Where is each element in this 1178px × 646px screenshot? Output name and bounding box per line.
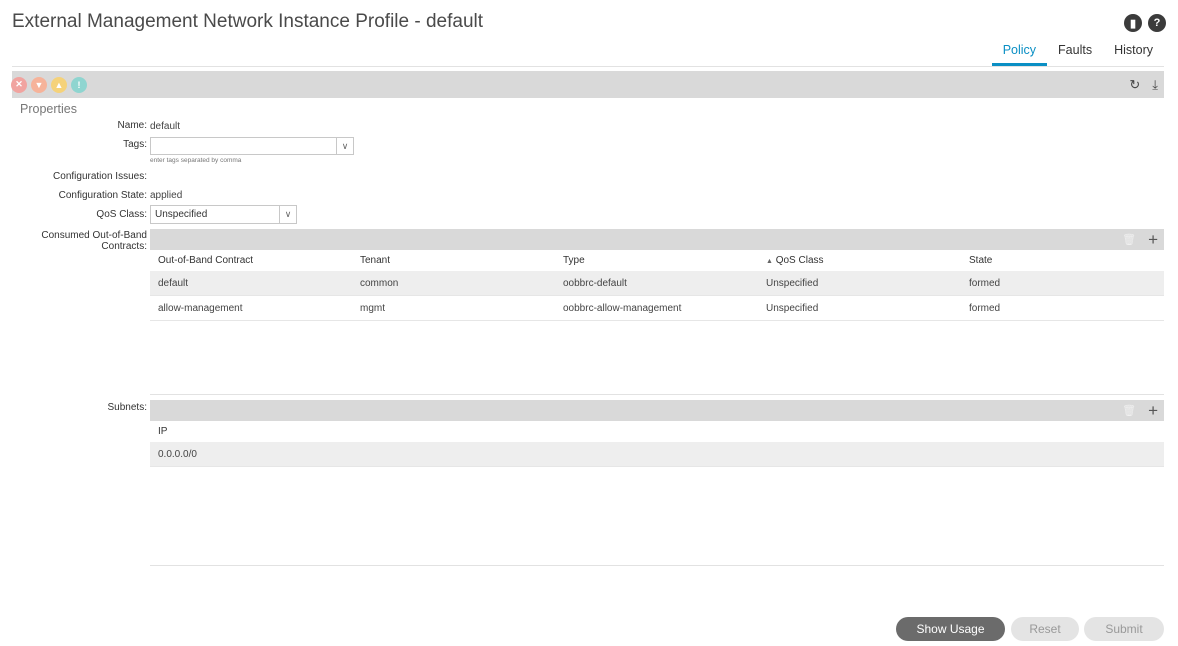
contracts-label-line2: Contracts: bbox=[101, 241, 147, 252]
tab-history[interactable]: History bbox=[1103, 43, 1164, 66]
tenant-cell: common bbox=[360, 277, 399, 289]
subnets-table: 🗑 + IP 0.0.0.0/0 bbox=[150, 400, 1164, 467]
chevron-down-icon[interactable]: ∨ bbox=[279, 206, 296, 223]
major-fault-icon[interactable]: ▼ bbox=[31, 76, 47, 93]
tags-input[interactable]: ∨ bbox=[150, 137, 354, 155]
contracts-label: Consumed Out-of-Band Contracts: bbox=[41, 230, 147, 252]
subnets-table-header: IP bbox=[150, 421, 1164, 442]
warning-fault-icon[interactable]: ! bbox=[71, 76, 87, 93]
chevron-down-icon[interactable]: ∨ bbox=[336, 138, 353, 154]
column-header-qos-label: QoS Class bbox=[775, 255, 824, 266]
tenant-cell: mgmt bbox=[360, 302, 385, 314]
column-header-state[interactable]: State bbox=[961, 255, 992, 266]
qos-cell: Unspecified bbox=[766, 277, 819, 289]
state-cell: formed bbox=[969, 302, 1001, 314]
config-issues-label: Configuration Issues: bbox=[53, 171, 147, 182]
subnets-label: Subnets: bbox=[107, 402, 147, 413]
tab-divider bbox=[12, 66, 1164, 67]
column-header-contract[interactable]: Out-of-Band Contract bbox=[150, 255, 352, 266]
name-value: default bbox=[150, 121, 181, 132]
tab-faults[interactable]: Faults bbox=[1047, 43, 1103, 66]
contracts-table: 🗑 + Out-of-Band Contract Tenant Type ▲ Q… bbox=[150, 229, 1164, 321]
state-cell: formed bbox=[969, 277, 1001, 289]
page-title: External Management Network Instance Pro… bbox=[12, 11, 484, 32]
tags-hint: enter tags separated by comma bbox=[150, 157, 242, 164]
toolbar-actions: ↻ ⤓ bbox=[1129, 77, 1164, 93]
contracts-label-line1: Consumed Out-of-Band bbox=[41, 230, 147, 241]
tab-policy[interactable]: Policy bbox=[991, 43, 1048, 66]
sort-ascending-icon: ▲ bbox=[766, 258, 773, 265]
critical-fault-icon[interactable]: ✕ bbox=[11, 76, 27, 93]
column-header-tenant[interactable]: Tenant bbox=[352, 255, 555, 266]
qos-cell: Unspecified bbox=[766, 302, 819, 314]
subnets-table-bottom bbox=[150, 565, 1164, 566]
add-icon[interactable]: + bbox=[1148, 231, 1158, 248]
refresh-icon[interactable]: ↻ bbox=[1129, 77, 1140, 93]
properties-heading: Properties bbox=[20, 102, 77, 116]
contract-cell: allow-management bbox=[158, 302, 243, 314]
type-cell: oobbrc-default bbox=[563, 277, 627, 289]
qos-select-value: Unspecified bbox=[155, 209, 208, 220]
help-icon[interactable]: ? bbox=[1148, 14, 1166, 32]
ip-cell: 0.0.0.0/0 bbox=[158, 448, 197, 460]
contract-cell: default bbox=[158, 277, 189, 289]
column-header-type[interactable]: Type bbox=[555, 255, 758, 266]
submit-button[interactable]: Submit bbox=[1084, 617, 1164, 641]
minor-fault-icon[interactable]: ▲ bbox=[51, 76, 67, 93]
trash-icon: 🗑 bbox=[1122, 405, 1137, 417]
fault-summary: ✕ ▼ ▲ ! bbox=[11, 76, 87, 93]
contracts-table-bottom bbox=[150, 394, 1164, 395]
tab-bar: Policy Faults History bbox=[991, 43, 1164, 66]
policy-toolbar: ✕ ▼ ▲ ! ↻ ⤓ bbox=[11, 71, 1164, 98]
column-header-qos[interactable]: ▲ QoS Class bbox=[758, 255, 961, 266]
bookmark-icon[interactable]: ▮ bbox=[1124, 14, 1142, 32]
subnets-table-toolbar: 🗑 + bbox=[150, 400, 1164, 421]
qos-select[interactable]: Unspecified ∨ bbox=[150, 205, 297, 224]
contracts-table-toolbar: 🗑 + bbox=[150, 229, 1164, 250]
reset-button[interactable]: Reset bbox=[1011, 617, 1079, 641]
trash-icon: 🗑 bbox=[1122, 234, 1137, 246]
contracts-table-header: Out-of-Band Contract Tenant Type ▲ QoS C… bbox=[150, 250, 1164, 271]
config-state-value: applied bbox=[150, 190, 183, 201]
table-row[interactable]: default common oobbrc-default Unspecifie… bbox=[150, 271, 1164, 296]
config-state-label: Configuration State: bbox=[58, 190, 147, 201]
show-usage-button[interactable]: Show Usage bbox=[896, 617, 1005, 641]
tags-label: Tags: bbox=[123, 139, 147, 150]
column-header-ip[interactable]: IP bbox=[150, 426, 167, 437]
table-row[interactable]: allow-management mgmt oobbrc-allow-manag… bbox=[150, 296, 1164, 321]
add-icon[interactable]: + bbox=[1148, 402, 1158, 419]
header-actions: ▮ ? bbox=[1124, 14, 1166, 32]
table-row[interactable]: 0.0.0.0/0 bbox=[150, 442, 1164, 467]
download-icon[interactable]: ⤓ bbox=[1152, 77, 1158, 93]
type-cell: oobbrc-allow-management bbox=[563, 302, 682, 314]
name-label: Name: bbox=[117, 120, 147, 131]
qos-label: QoS Class: bbox=[96, 209, 147, 220]
